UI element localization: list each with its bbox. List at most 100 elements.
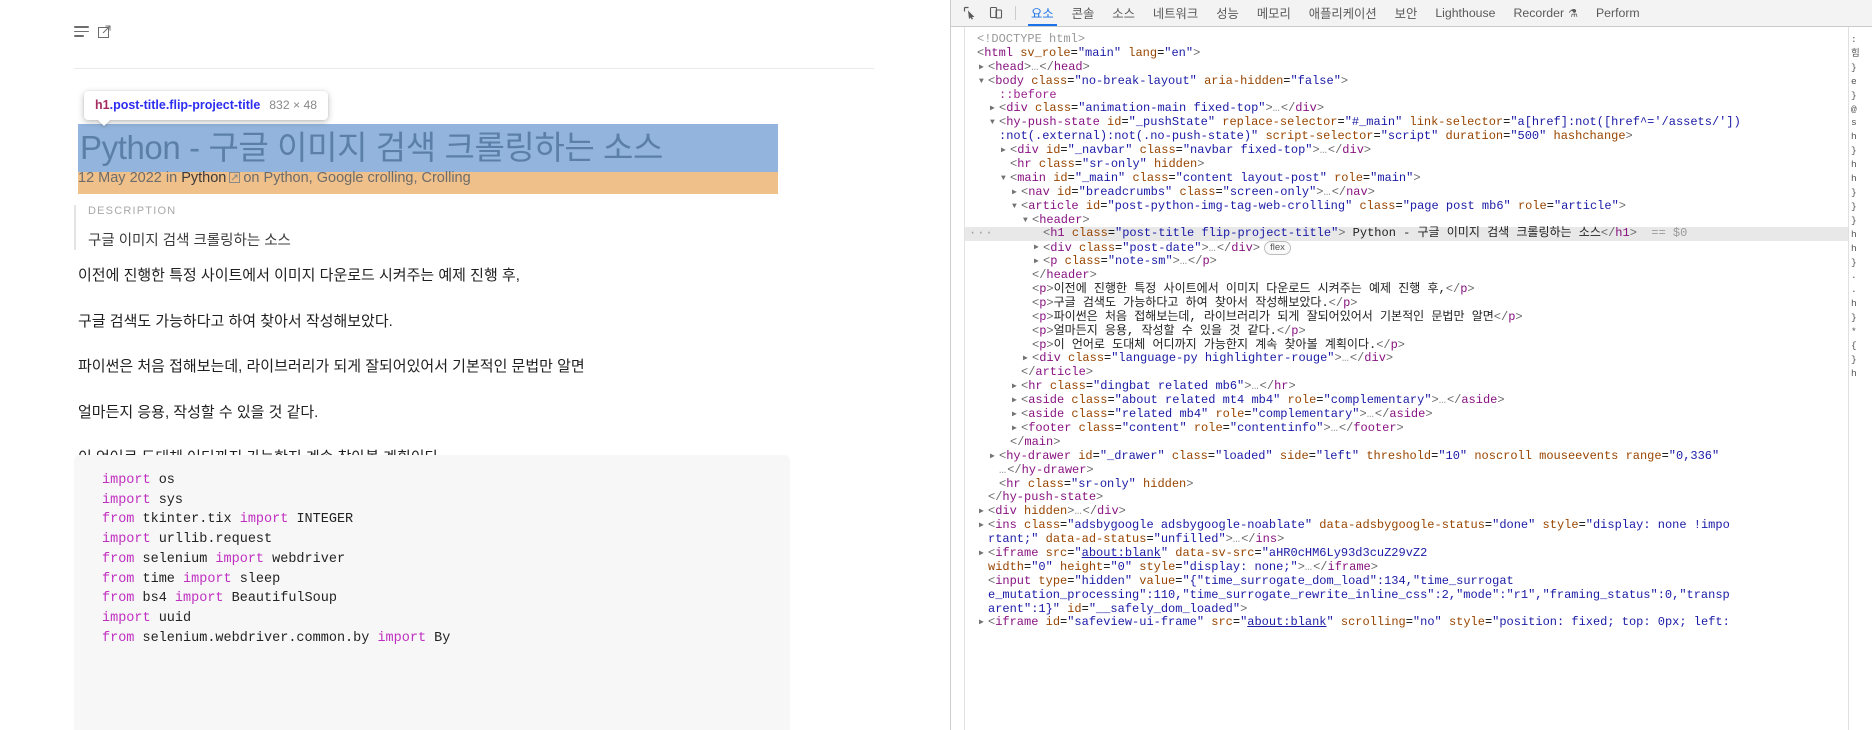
disclosure-triangle-icon[interactable]: ▶ — [1023, 352, 1028, 366]
devtools-tab-소스[interactable]: 소스 — [1103, 0, 1144, 26]
disclosure-triangle-icon[interactable]: ▶ — [1012, 408, 1017, 422]
disclosure-triangle-icon[interactable]: ▶ — [979, 61, 984, 75]
element-inspector-tooltip: h1.post-title.flip-project-title 832 × 4… — [84, 91, 329, 120]
dom-node[interactable]: ▼ <hy-push-state id="_pushState" replace-… — [965, 115, 1848, 130]
inspect-element-icon[interactable] — [957, 0, 983, 26]
dom-node[interactable]: ▶ <hr class="dingbat related mb6">…</hr> — [965, 379, 1848, 394]
devtools-tab-애플리케이션[interactable]: 애플리케이션 — [1300, 0, 1386, 26]
devtools-tab-lighthouse[interactable]: Lighthouse — [1426, 0, 1504, 26]
node-ellipsis[interactable]: ··· — [969, 227, 994, 241]
disclosure-triangle-icon[interactable]: ▶ — [1012, 186, 1017, 200]
dom-node[interactable]: ▼ <article id="post-python-img-tag-web-cr… — [965, 199, 1848, 214]
disclosure-triangle-icon[interactable]: ▶ — [1012, 394, 1017, 408]
disclosure-triangle-icon[interactable]: ▼ — [990, 116, 995, 130]
dom-node[interactable]: ▶ <nav id="breadcrumbs" class="screen-onl… — [965, 185, 1848, 200]
disclosure-triangle-icon[interactable]: ▶ — [979, 547, 984, 561]
devtools-tab-성능[interactable]: 성능 — [1207, 0, 1248, 26]
disclosure-triangle-icon[interactable]: ▶ — [979, 505, 984, 519]
disclosure-triangle-icon[interactable]: ▶ — [1034, 255, 1039, 269]
devtools-tab-요소[interactable]: 요소 — [1022, 0, 1063, 26]
devtools-body: <!DOCTYPE html> <html sv_role="main" lang… — [951, 27, 1872, 730]
dom-node[interactable]: rtant;" data-ad-status="unfilled">…</ins… — [965, 532, 1848, 547]
body-paragraph: 파이썬은 처음 접해보는데, 라이브러리가 되게 잘되어있어서 기본적인 문법만… — [78, 358, 585, 375]
dom-node[interactable]: <p>파이썬은 처음 접해보는데, 라이브러리가 되게 잘되어있어서 기본적인 … — [965, 310, 1848, 325]
devtools-tab-콘솔[interactable]: 콘솔 — [1063, 0, 1104, 26]
dom-node[interactable]: ▶ <div id="_navbar" class="navbar fixed-t… — [965, 143, 1848, 158]
disclosure-triangle-icon[interactable]: ▶ — [979, 519, 984, 533]
devtools-tabbar: 요소 콘솔 소스 네트워크 성능 메모리 애플리케이션 보안 Lighthouse Recorde… — [951, 0, 1872, 27]
sidebar-text-fragment: : — [1851, 34, 1857, 45]
sidebar-text-fragment: h — [1851, 173, 1857, 185]
post-category-link[interactable]: Python — [181, 170, 226, 186]
web-page-viewport: h1.post-title.flip-project-title 832 × 4… — [0, 0, 950, 730]
device-toolbar-icon[interactable] — [983, 0, 1009, 26]
dom-node[interactable]: <p>이 언어로 도대체 어디까지 가능한지 계속 찾아볼 계획이다.</p> — [965, 338, 1848, 353]
dom-node[interactable]: ▶ <aside class="about related mt4 mb4" ro… — [965, 393, 1848, 408]
dom-node[interactable]: ▼ <main id="_main" class="content layout-… — [965, 171, 1848, 186]
dom-node[interactable]: </hy-push-state> — [965, 490, 1848, 505]
dom-node[interactable]: </header> — [965, 268, 1848, 283]
disclosure-triangle-icon[interactable]: ▼ — [1023, 214, 1028, 228]
disclosure-triangle-icon[interactable]: ▼ — [1001, 172, 1006, 186]
dom-node[interactable]: ::before — [965, 88, 1848, 103]
dom-node[interactable]: ▶ <footer class="content" role="contentin… — [965, 421, 1848, 436]
code-line: import uuid — [102, 610, 192, 626]
devtools-tab-보안[interactable]: 보안 — [1386, 0, 1427, 26]
styles-sidebar-strip[interactable]: : 힘} e} @ s h} h h}}} h h}.. h} *{} h — [1848, 27, 1872, 730]
heading-content-box: Python - 구글 이미지 검색 크롤링하는 소스 — [78, 124, 778, 172]
disclosure-triangle-icon[interactable]: ▶ — [990, 450, 995, 464]
devtools-tab-recorder[interactable]: Recorder ⚗ — [1504, 0, 1586, 26]
external-link-icon — [229, 171, 241, 187]
dom-node[interactable]: e_mutation_processing":110,"time_surroga… — [965, 588, 1848, 603]
devtools-tab-네트워크[interactable]: 네트워크 — [1144, 0, 1207, 26]
dom-node[interactable]: ▶ <div class="post-date">…</div> flex — [965, 241, 1848, 256]
disclosure-triangle-icon[interactable]: ▼ — [979, 75, 984, 89]
dom-node[interactable]: <hr class="sr-only" hidden> — [965, 477, 1848, 492]
dom-node[interactable]: :not(.external):not(.no-push-state)" scr… — [965, 129, 1848, 144]
disclosure-triangle-icon[interactable]: ▶ — [1012, 380, 1017, 394]
share-icon[interactable] — [98, 25, 111, 38]
dom-node[interactable]: ▶ <p class="note-sm">…</p> — [965, 254, 1848, 269]
dom-node[interactable]: ▶ <iframe id="safeview-ui-frame" src="abo… — [965, 615, 1848, 630]
dom-node[interactable]: ▶ <aside class="related mb4" role="comple… — [965, 407, 1848, 422]
dom-node[interactable]: <hr class="sr-only" hidden> — [965, 157, 1848, 172]
dom-node[interactable]: arent":1}" id="__safely_dom_loaded"> — [965, 602, 1848, 617]
dom-tree[interactable]: <!DOCTYPE html> <html sv_role="main" lang… — [965, 27, 1848, 730]
dom-node[interactable]: </article> — [965, 365, 1848, 380]
dom-node[interactable]: …</hy-drawer> — [965, 463, 1848, 478]
dom-node[interactable]: <html sv_role="main" lang="en"> — [965, 46, 1848, 61]
disclosure-triangle-icon[interactable]: ▶ — [1001, 144, 1006, 158]
sidebar-text-fragment: } — [1851, 353, 1857, 365]
hamburger-menu-icon[interactable] — [74, 26, 89, 37]
dom-node[interactable]: <p>이전에 진행한 특정 사이트에서 이미지 다운로드 시켜주는 예제 진행 … — [965, 282, 1848, 297]
dom-node[interactable]: <!DOCTYPE html> — [965, 32, 1848, 47]
sidebar-text-fragment: h — [1851, 228, 1857, 240]
tab-label: 네트워크 — [1152, 7, 1199, 21]
disclosure-triangle-icon[interactable]: ▼ — [1012, 200, 1017, 214]
dom-node[interactable]: ▼ <body class="no-break-layout" aria-hidd… — [965, 74, 1848, 89]
code-line: from selenium import webdriver — [102, 551, 346, 567]
dom-node[interactable]: ▶ <div class="animation-main fixed-top">…… — [965, 102, 1848, 116]
dom-node[interactable]: ▶ <ins class="adsbygoogle adsbygoogle-noa… — [965, 518, 1848, 533]
dom-node[interactable]: ▶ <hy-drawer id="_drawer" class="loaded" … — [965, 449, 1848, 464]
dom-node[interactable]: ▶ <iframe src="about:blank" data-sv-src="… — [965, 546, 1848, 561]
dom-node[interactable]: <p>구글 검색도 가능하다고 하여 찾아서 작성해보았다.</p> — [965, 296, 1848, 311]
disclosure-triangle-icon[interactable]: ▶ — [1034, 241, 1039, 255]
dom-node[interactable]: </main> — [965, 435, 1848, 450]
dom-node-selected[interactable]: ··· <h1 class="post-title flip-project-ti… — [965, 227, 1848, 242]
devtools-tab-메모리[interactable]: 메모리 — [1248, 0, 1300, 26]
toolbar-separator — [1015, 6, 1016, 20]
disclosure-triangle-icon[interactable]: ▶ — [990, 102, 995, 116]
dom-node[interactable]: ▶ <div hidden>…</div> — [965, 504, 1848, 519]
experiment-flask-icon: ⚗ — [1568, 7, 1578, 20]
dom-node[interactable]: <p>얼마든지 응용, 작성할 수 있을 것 같다.</p> — [965, 324, 1848, 339]
disclosure-triangle-icon[interactable]: ▶ — [1012, 422, 1017, 436]
dom-node[interactable]: ▶ <head>…</head> — [965, 60, 1848, 75]
dom-node[interactable]: ▶ <div class="language-py highlighter-rou… — [965, 352, 1848, 366]
dom-node[interactable]: <input type="hidden" value="{"time_surro… — [965, 574, 1848, 589]
dom-node[interactable]: width="0" height="0" style="display: non… — [965, 560, 1848, 575]
disclosure-triangle-icon[interactable]: ▶ — [979, 616, 984, 630]
sidebar-text-fragment: e — [1851, 75, 1857, 87]
devtools-tab-perform[interactable]: Perform — [1587, 0, 1649, 26]
tab-label: 성능 — [1216, 7, 1239, 21]
